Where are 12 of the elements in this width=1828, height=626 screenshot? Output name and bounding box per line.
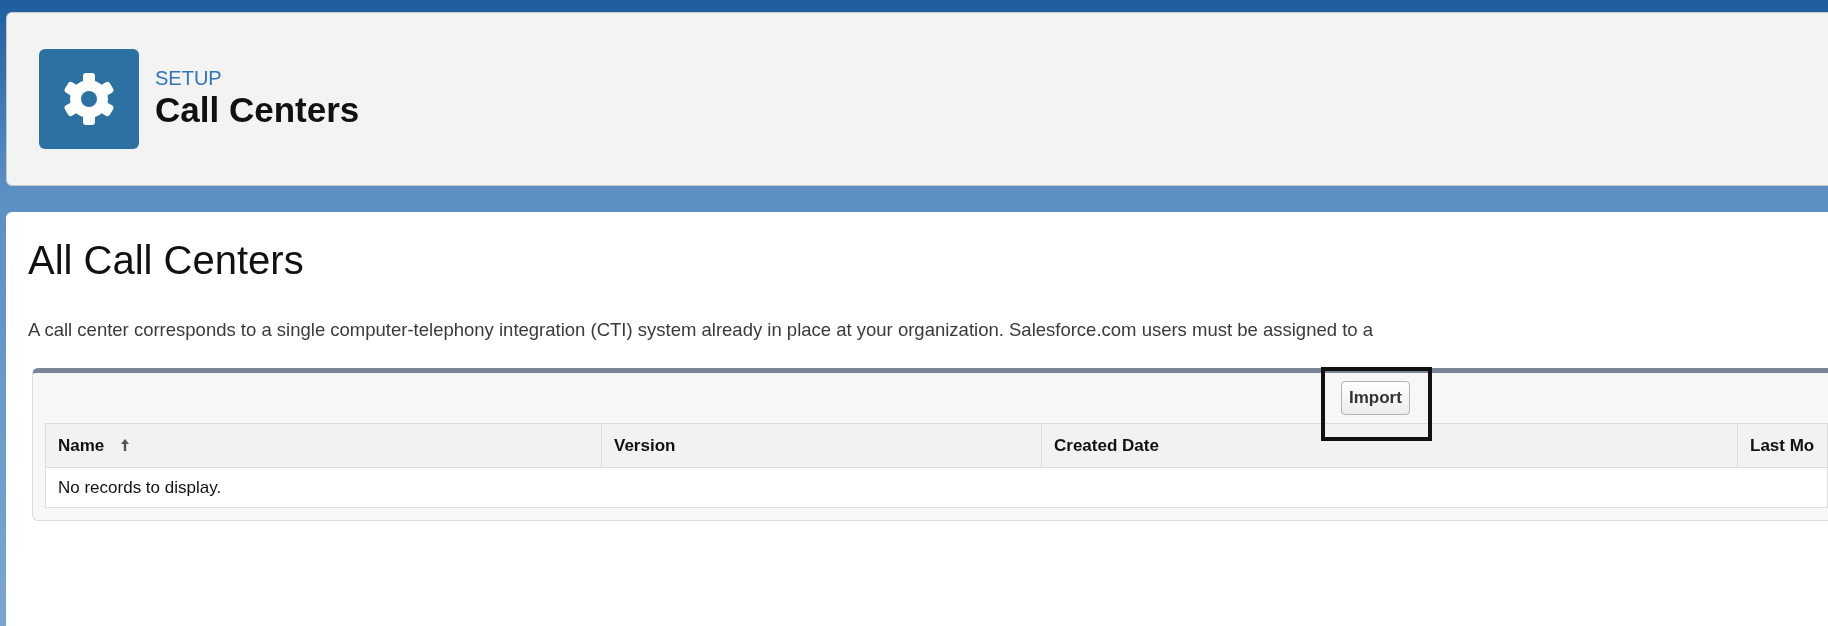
empty-message: No records to display. [45, 467, 1828, 508]
column-header[interactable]: Created Date [1041, 423, 1738, 468]
list-heading: All Call Centers [28, 237, 305, 284]
sort-ascending-icon [120, 437, 131, 452]
breadcrumb-label: SETUP [155, 67, 223, 89]
import-button[interactable]: Import [1341, 380, 1410, 415]
setup-gear-icon [39, 49, 139, 149]
description-text: A call center corresponds to a single computer-telephony integration (CTI) system already in place at your organization. Salesforce.com users must be assigned to a [28, 318, 1374, 342]
column-header[interactable]: Last Mo [1737, 423, 1828, 468]
page-title: Call Centers [155, 89, 360, 131]
column-header[interactable]: Version [601, 423, 1042, 468]
column-header[interactable]: Name [45, 423, 602, 468]
